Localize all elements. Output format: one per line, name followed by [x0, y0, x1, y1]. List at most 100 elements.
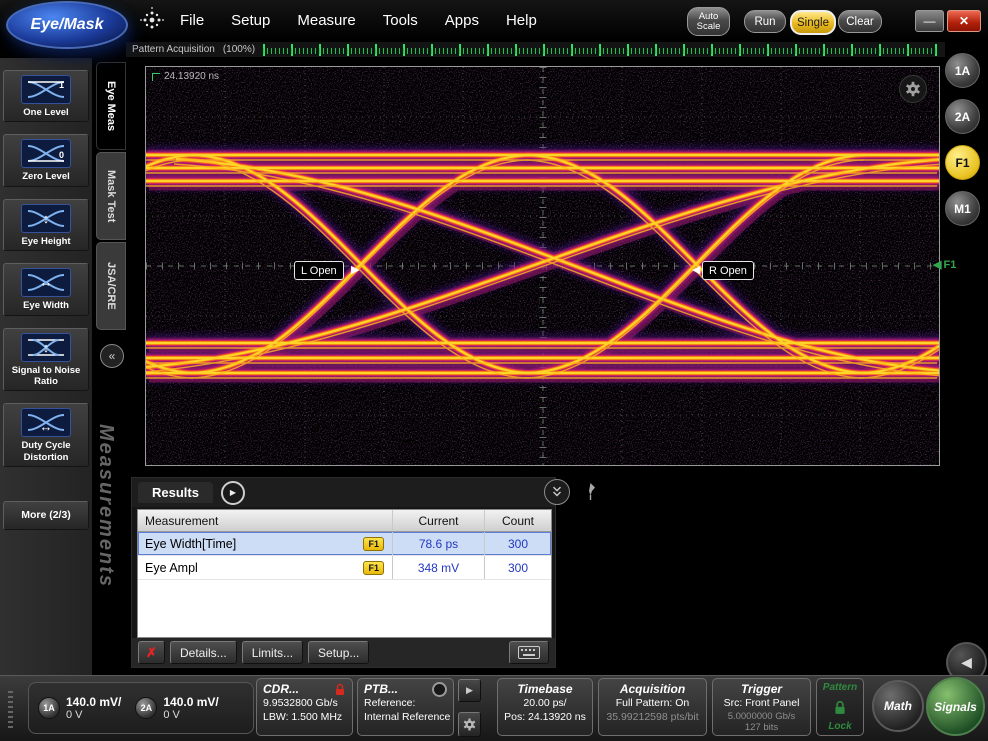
- eye-mask-mode-button[interactable]: Eye/Mask: [6, 1, 128, 49]
- channel-button-1a[interactable]: 1A: [945, 53, 980, 88]
- tab-eye-meas[interactable]: Eye Meas: [96, 62, 126, 150]
- r-open-arrow-icon: ◀: [692, 264, 701, 276]
- collapse-results-button[interactable]: [544, 479, 570, 505]
- expand-panel-button[interactable]: ▶: [458, 679, 481, 702]
- single-button[interactable]: Single: [790, 10, 836, 35]
- pin-results-button[interactable]: [584, 482, 597, 506]
- limits-button[interactable]: Limits...: [241, 641, 304, 664]
- sidebar-more-button[interactable]: More (2/3): [3, 501, 89, 530]
- ptb-status-icon: [432, 682, 447, 697]
- results-toolbar: ✗ Details... Limits... Setup...: [132, 638, 555, 667]
- sidebar-item-eye-height[interactable]: ↕ Eye Height: [3, 198, 89, 252]
- math-button[interactable]: Math: [872, 680, 924, 732]
- measurement-name: Eye Ampl: [145, 560, 198, 575]
- svg-text:↔: ↔: [40, 275, 53, 290]
- menu-file[interactable]: File: [180, 12, 204, 29]
- results-play-icon: ▶: [229, 488, 237, 497]
- source-badge: F1: [363, 560, 384, 575]
- channel-1a-indicator: 1A: [38, 697, 60, 719]
- pattern-lock-panel[interactable]: Pattern Lock: [816, 678, 864, 736]
- channel-button-m1[interactable]: M1: [945, 191, 980, 226]
- acquisition-panel[interactable]: Acquisition Full Pattern: On 35.99212598…: [598, 678, 707, 736]
- svg-text:0: 0: [59, 150, 64, 160]
- back-arrow-icon: ◀: [961, 654, 972, 670]
- acquisition-pattern-state: Full Pattern: On: [615, 697, 690, 709]
- results-title: Results: [138, 482, 213, 503]
- flexdca-window: File Setup Measure Tools Apps Help Auto …: [0, 0, 988, 741]
- eye-diagram-display: [0, 67, 988, 465]
- cdr-panel[interactable]: CDR... 9.9532800 Gb/s LBW: 1.500 MHz: [256, 678, 353, 736]
- keyboard-button[interactable]: [509, 641, 549, 664]
- svg-text:↕: ↕: [43, 211, 50, 226]
- menu-bar: File Setup Measure Tools Apps Help: [180, 0, 537, 40]
- clear-button[interactable]: Clear: [838, 10, 882, 33]
- sidebar-item-eye-width[interactable]: ↔ Eye Width: [3, 263, 89, 316]
- f1-level-marker[interactable]: ◀ F1: [933, 258, 956, 272]
- ptb-reference-label: Reference:: [364, 697, 416, 709]
- r-open-annotation[interactable]: R Open: [702, 261, 754, 280]
- channel-button-f1[interactable]: F1: [945, 145, 980, 180]
- spark-logo-icon: [137, 5, 167, 40]
- pattern-progress-ruler: [263, 43, 939, 56]
- close-icon: ✕: [958, 14, 970, 28]
- svg-text:1: 1: [59, 80, 64, 90]
- corner-mark-icon: [152, 72, 160, 81]
- keyboard-icon: [518, 646, 540, 659]
- channel-scale-panel[interactable]: 1A 140.0 mV/ 0 V 2A 140.0 mV/ 0 V: [28, 682, 254, 734]
- tab-mask-test[interactable]: Mask Test: [96, 152, 126, 240]
- tab-jsa-cre[interactable]: JSA/CRE: [96, 242, 126, 330]
- acquisition-pts-per-bit: 35.99212598 pts/bit: [606, 710, 699, 723]
- table-row[interactable]: Eye Width[Time] F1 78.6 ps 300: [138, 532, 551, 556]
- setup-button[interactable]: Setup...: [308, 641, 370, 664]
- delete-measurement-button[interactable]: ✗: [138, 641, 165, 664]
- channel-1a-scale: 140.0 mV/: [66, 694, 122, 709]
- sidebar-item-one-level[interactable]: 1 One Level: [3, 70, 89, 123]
- close-button[interactable]: ✕: [947, 10, 981, 32]
- ptb-panel[interactable]: PTB... Reference: Internal Reference: [357, 678, 454, 736]
- channel-button-2a[interactable]: 2A: [945, 99, 980, 134]
- auto-scale-button[interactable]: Auto Scale: [687, 7, 730, 36]
- title-bar: File Setup Measure Tools Apps Help Auto …: [0, 0, 988, 40]
- cdr-lbw: LBW: 1.500 MHz: [263, 710, 343, 723]
- measurement-current: 348 mV: [393, 556, 485, 579]
- f1-level-marker-icon: ◀: [933, 259, 942, 271]
- details-button[interactable]: Details...: [170, 641, 237, 664]
- duty-cycle-distortion-icon: ↔: [21, 408, 71, 438]
- channel-2a-scale: 140.0 mV/: [163, 694, 219, 709]
- statusbar-grip-handle[interactable]: [8, 688, 13, 728]
- minimize-button[interactable]: —: [915, 10, 944, 32]
- results-run-button[interactable]: ▶: [220, 480, 245, 505]
- results-table-header: Measurement Current Count: [138, 510, 551, 532]
- menu-setup[interactable]: Setup: [231, 12, 270, 29]
- sidebar-item-zero-level[interactable]: 0 Zero Level: [3, 134, 89, 187]
- ptb-reference-value: Internal Reference: [364, 710, 451, 723]
- signal-to-noise-icon: ↕: [21, 332, 71, 362]
- menu-help[interactable]: Help: [506, 12, 537, 29]
- display-settings-button[interactable]: [899, 75, 927, 103]
- trigger-panel[interactable]: Trigger Src: Front Panel 5.0000000 Gb/s …: [712, 678, 811, 736]
- sidebar-item-snr[interactable]: ↕ Signal to Noise Ratio: [3, 327, 89, 392]
- eye-width-icon: ↔: [21, 268, 71, 298]
- statusbar-settings-button[interactable]: [458, 712, 481, 737]
- results-table: Measurement Current Count Eye Width[Time…: [137, 509, 552, 638]
- measurements-sidebar: 1 One Level 0 Zero Level ↕ Eye Height ↔ …: [0, 58, 92, 675]
- measurements-pane-title: Measurements: [95, 424, 117, 589]
- one-level-icon: 1: [21, 75, 71, 104]
- table-row[interactable]: Eye Ampl F1 348 mV 300: [138, 556, 551, 580]
- sidebar-item-dcd[interactable]: ↔ Duty Cycle Distortion: [3, 403, 89, 468]
- l-open-annotation[interactable]: L Open: [294, 261, 344, 280]
- eye-diagram-plot[interactable]: 24.13920 ns L Open ▶ R Open ◀: [0, 66, 988, 466]
- zero-level-icon: 0: [21, 139, 71, 169]
- menu-tools[interactable]: Tools: [383, 12, 418, 29]
- menu-measure[interactable]: Measure: [297, 12, 355, 29]
- acquisition-status-bar: Pattern Acquisition (100%): [126, 42, 945, 57]
- trigger-source: Src: Front Panel: [723, 697, 800, 709]
- trigger-bits: 127 bits: [744, 721, 779, 733]
- menu-apps[interactable]: Apps: [445, 12, 479, 29]
- collapse-sidebar-button[interactable]: «: [100, 344, 124, 368]
- signals-button[interactable]: Signals: [926, 677, 985, 736]
- run-button[interactable]: Run: [744, 10, 786, 33]
- timebase-position: Pos: 24.13920 ns: [504, 710, 586, 723]
- measurement-current: 78.6 ps: [393, 532, 485, 555]
- timebase-panel[interactable]: Timebase 20.00 ps/ Pos: 24.13920 ns: [497, 678, 593, 736]
